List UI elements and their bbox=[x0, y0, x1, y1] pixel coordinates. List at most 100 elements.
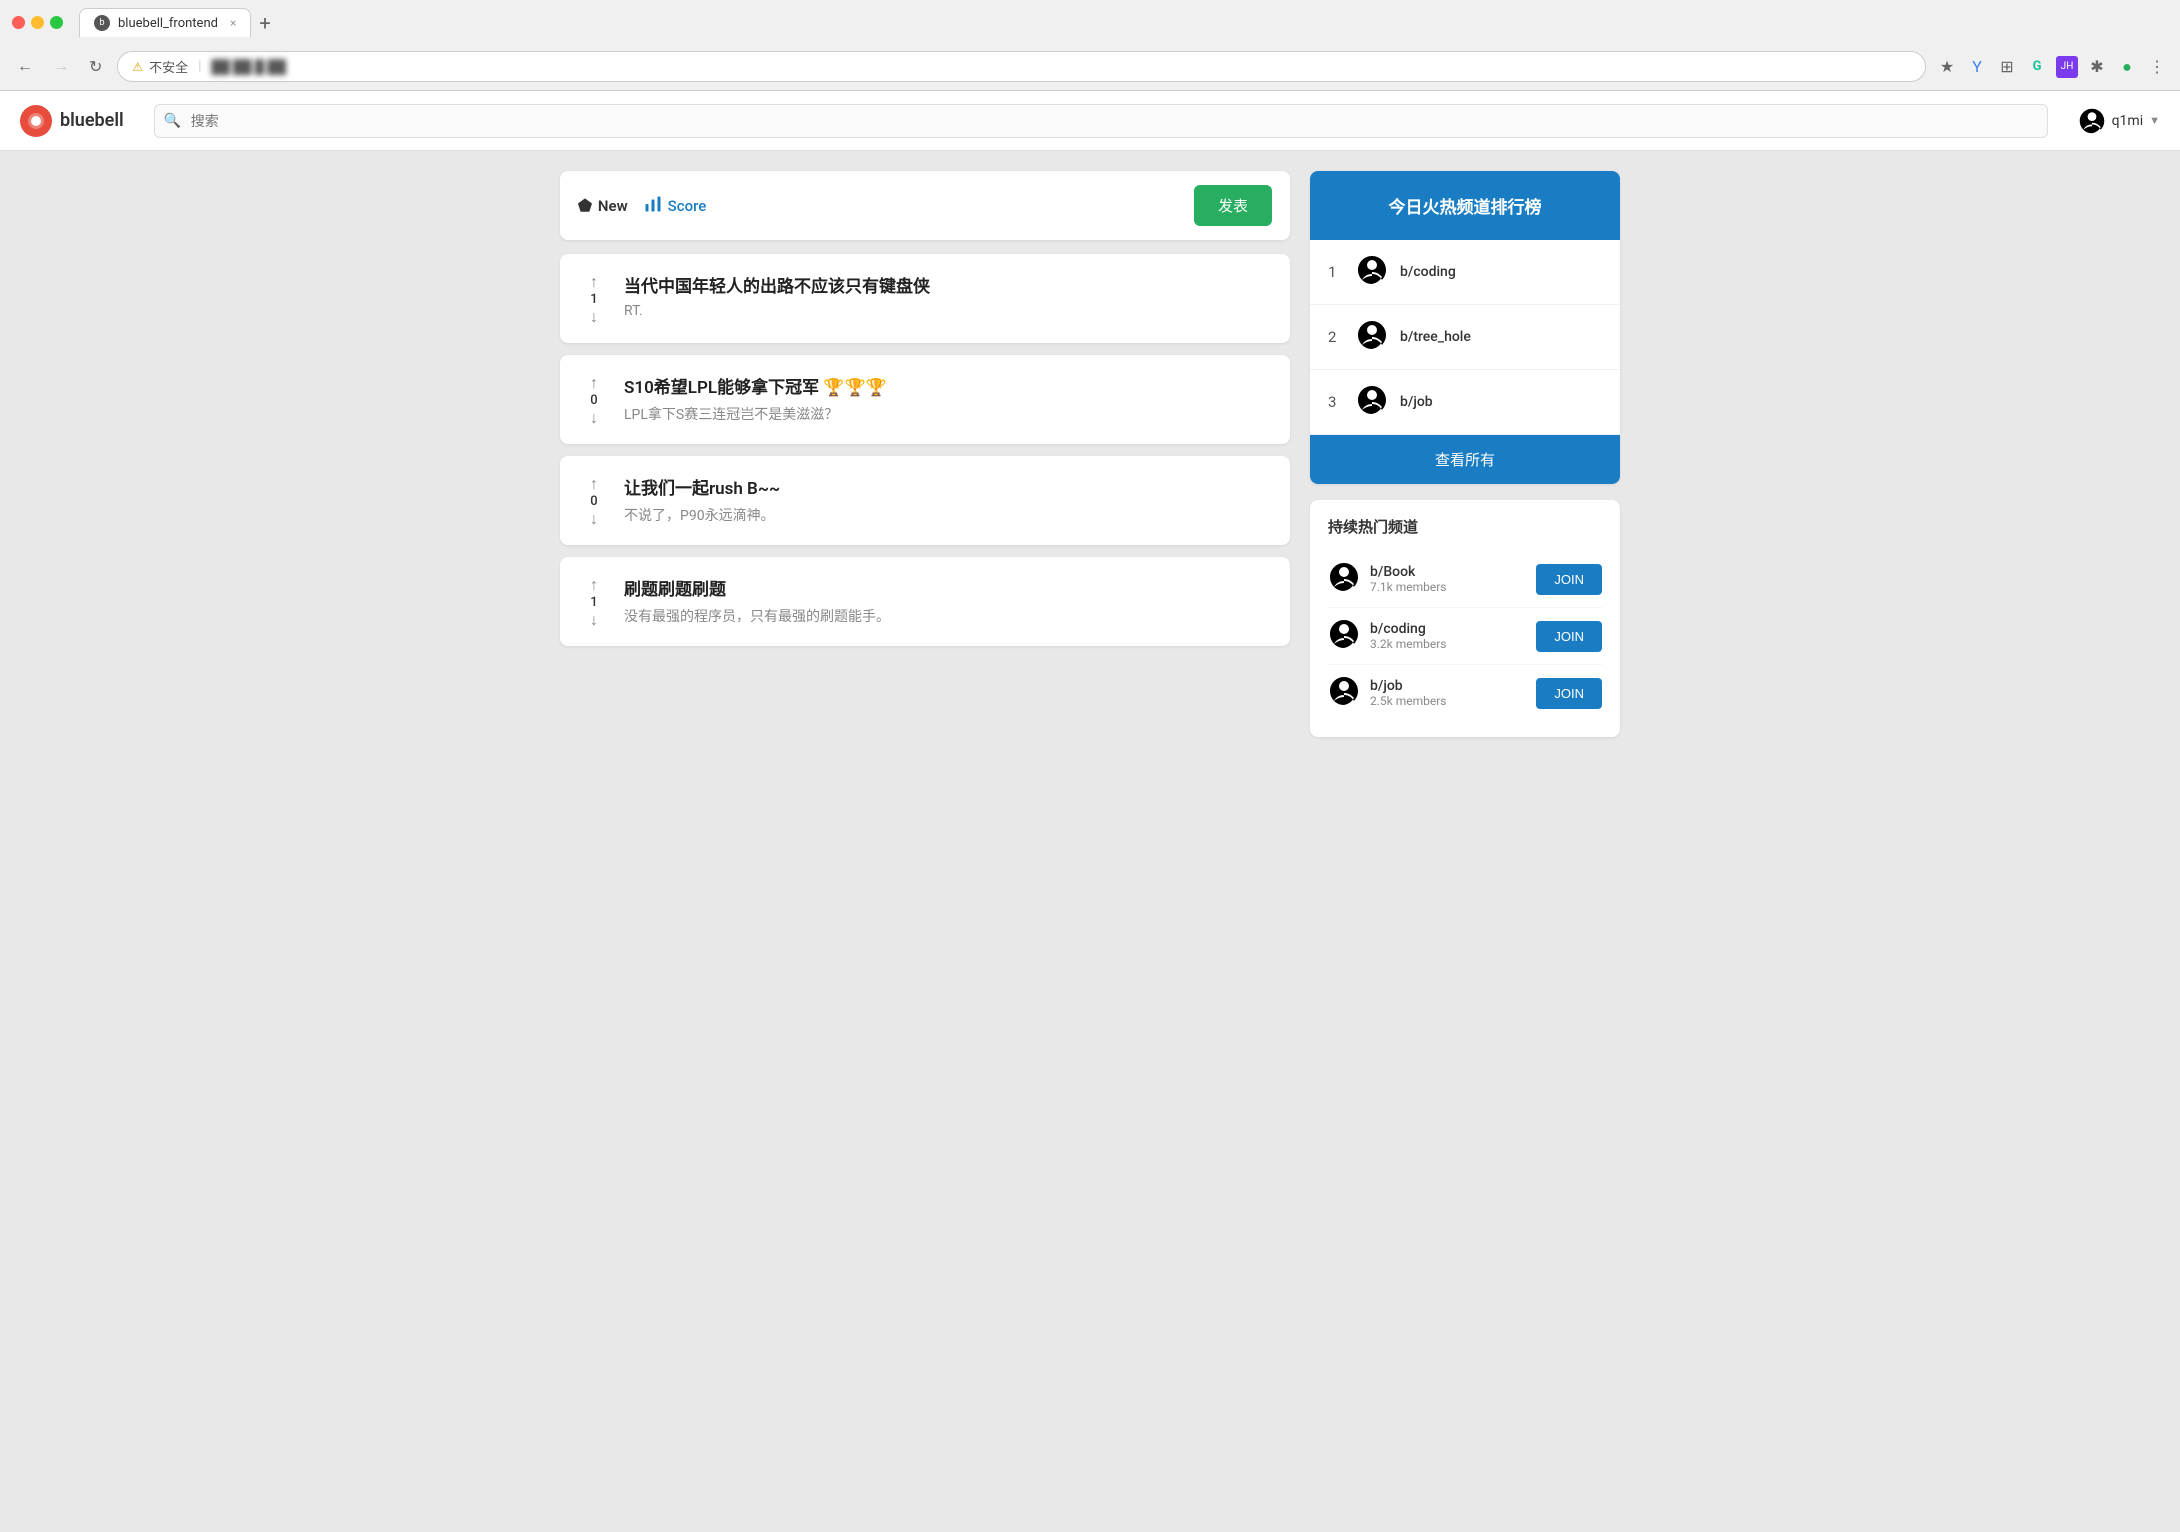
post-subtitle: LPL拿下S赛三连冠岂不是美滋滋？ bbox=[624, 404, 1270, 424]
downvote-button[interactable]: ↓ bbox=[590, 612, 598, 628]
tab-title: bluebell_frontend bbox=[118, 16, 218, 31]
browser-actions: ★ Y ⊞ G JH ✱ ● ⋮ bbox=[1936, 56, 2168, 78]
menu-icon[interactable]: ⋮ bbox=[2146, 56, 2168, 78]
user-menu[interactable]: q1mi ▼ bbox=[2078, 107, 2160, 135]
vote-count: 0 bbox=[590, 494, 597, 509]
vote-section: ↑ 0 ↓ bbox=[580, 474, 608, 527]
channel-rank: 3 bbox=[1328, 393, 1344, 411]
score-tab-icon bbox=[644, 195, 662, 217]
persistent-channel-name: b/Book bbox=[1370, 564, 1526, 580]
tab-new[interactable]: ⬟ New bbox=[578, 192, 628, 219]
new-tab-button[interactable]: + bbox=[259, 11, 270, 35]
filter-bar: ⬟ New Score 发表 bbox=[560, 171, 1290, 240]
downvote-button[interactable]: ↓ bbox=[590, 309, 598, 325]
downvote-button[interactable]: ↓ bbox=[590, 511, 598, 527]
address-bar[interactable]: ⚠ 不安全 | ██ ██.█.██ bbox=[117, 51, 1926, 82]
channel-name: b/coding bbox=[1400, 264, 1456, 280]
persistent-channel-members: 7.1k members bbox=[1370, 580, 1526, 594]
persistent-channel-info: b/Book 7.1k members bbox=[1370, 564, 1526, 594]
post-content: 让我们一起rush B~~ 不说了，P90永远滴神。 bbox=[624, 474, 1270, 525]
back-button[interactable]: ← bbox=[12, 56, 38, 78]
persistent-channel-item: b/coding 3.2k members JOIN bbox=[1328, 608, 1602, 665]
posts-list: ↑ 1 ↓ 当代中国年轻人的出路不应该只有键盘侠 RT. ↑ 0 ↓ S10希望… bbox=[560, 254, 1290, 646]
channel-name: b/job bbox=[1400, 394, 1433, 410]
upvote-button[interactable]: ↑ bbox=[590, 476, 598, 492]
hot-channel-item[interactable]: 1 b/coding bbox=[1310, 240, 1620, 305]
join-button[interactable]: JOIN bbox=[1536, 621, 1602, 652]
persistent-channels-card: 持续热门频道 b/Book 7.1k members JOIN b/coding… bbox=[1310, 500, 1620, 737]
dropdown-icon: ▼ bbox=[2149, 114, 2160, 127]
user-avatar-icon bbox=[2078, 107, 2106, 135]
join-button[interactable]: JOIN bbox=[1536, 564, 1602, 595]
persistent-channel-item: b/job 2.5k members JOIN bbox=[1328, 665, 1602, 721]
vote-count: 1 bbox=[590, 595, 597, 610]
forward-button[interactable]: → bbox=[48, 56, 74, 78]
persistent-channel-item: b/Book 7.1k members JOIN bbox=[1328, 551, 1602, 608]
persistent-channel-icon bbox=[1328, 561, 1360, 597]
post-title[interactable]: S10希望LPL能够拿下冠军 🏆🏆🏆 bbox=[624, 373, 1270, 398]
refresh-button[interactable]: ↻ bbox=[84, 55, 107, 79]
logo-icon bbox=[20, 105, 52, 137]
join-button[interactable]: JOIN bbox=[1536, 678, 1602, 709]
bookmark-icon[interactable]: ★ bbox=[1936, 56, 1958, 78]
channel-rank: 2 bbox=[1328, 328, 1344, 346]
persistent-channel-icon bbox=[1328, 618, 1360, 654]
vote-section: ↑ 1 ↓ bbox=[580, 272, 608, 325]
tab-score[interactable]: Score bbox=[644, 191, 707, 221]
maximize-button[interactable] bbox=[50, 16, 63, 29]
right-column: 今日火热频道排行榜 1 b/coding 2 b/tree_hole 3 b/j… bbox=[1310, 171, 1620, 737]
profile-icon[interactable]: ● bbox=[2116, 56, 2138, 78]
logo-text: bluebell bbox=[60, 110, 124, 131]
post-title[interactable]: 刷题刷题刷题 bbox=[624, 575, 1270, 600]
persistent-channel-info: b/job 2.5k members bbox=[1370, 678, 1526, 708]
tab-bar: b bluebell_frontend × + bbox=[79, 8, 2168, 37]
channel-icon bbox=[1356, 319, 1388, 355]
hot-channel-item[interactable]: 3 b/job bbox=[1310, 370, 1620, 435]
left-column: ⬟ New Score 发表 ↑ bbox=[560, 171, 1290, 737]
hot-channels-card: 今日火热频道排行榜 1 b/coding 2 b/tree_hole 3 b/j… bbox=[1310, 171, 1620, 484]
post-card: ↑ 1 ↓ 当代中国年轻人的出路不应该只有键盘侠 RT. bbox=[560, 254, 1290, 343]
vote-section: ↑ 1 ↓ bbox=[580, 575, 608, 628]
username-label: q1mi bbox=[2112, 113, 2144, 129]
traffic-lights bbox=[12, 16, 63, 29]
post-card: ↑ 1 ↓ 刷题刷题刷题 没有最强的程序员，只有最强的刷题能手。 bbox=[560, 557, 1290, 646]
puzzle-icon[interactable]: ✱ bbox=[2086, 56, 2108, 78]
browser-chrome: b bluebell_frontend × + ← → ↻ ⚠ 不安全 | ██… bbox=[0, 0, 2180, 91]
active-tab[interactable]: b bluebell_frontend × bbox=[79, 8, 251, 37]
view-all-button[interactable]: 查看所有 bbox=[1310, 435, 1620, 484]
tab-favicon: b bbox=[94, 15, 110, 31]
post-card: ↑ 0 ↓ 让我们一起rush B~~ 不说了，P90永远滴神。 bbox=[560, 456, 1290, 545]
grammarly-icon[interactable]: G bbox=[2026, 56, 2048, 78]
upvote-button[interactable]: ↑ bbox=[590, 375, 598, 391]
search-bar: 🔍 bbox=[154, 104, 2048, 138]
hot-channel-item[interactable]: 2 b/tree_hole bbox=[1310, 305, 1620, 370]
app-header: bluebell 🔍 q1mi ▼ bbox=[0, 91, 2180, 151]
tab-close-button[interactable]: × bbox=[230, 16, 236, 30]
browser-titlebar: b bluebell_frontend × + bbox=[0, 0, 2180, 45]
channel-rank: 1 bbox=[1328, 263, 1344, 281]
filter-tabs: ⬟ New Score bbox=[578, 191, 706, 221]
post-content: 刷题刷题刷题 没有最强的程序员，只有最强的刷题能手。 bbox=[624, 575, 1270, 626]
new-tab-icon: ⬟ bbox=[578, 196, 592, 215]
upvote-button[interactable]: ↑ bbox=[590, 274, 598, 290]
user-ext-icon[interactable]: JH bbox=[2056, 56, 2078, 78]
downvote-button[interactable]: ↓ bbox=[590, 410, 598, 426]
hot-channels-list: 1 b/coding 2 b/tree_hole 3 b/job bbox=[1310, 240, 1620, 435]
channel-name: b/tree_hole bbox=[1400, 329, 1471, 345]
grid-icon[interactable]: ⊞ bbox=[1996, 56, 2018, 78]
persistent-channel-name: b/job bbox=[1370, 678, 1526, 694]
close-button[interactable] bbox=[12, 16, 25, 29]
hot-channels-header: 今日火热频道排行榜 bbox=[1310, 171, 1620, 240]
upvote-button[interactable]: ↑ bbox=[590, 577, 598, 593]
post-subtitle: 不说了，P90永远滴神。 bbox=[624, 505, 1270, 525]
persistent-channels-title: 持续热门频道 bbox=[1328, 516, 1602, 537]
search-input[interactable] bbox=[154, 104, 2048, 138]
publish-button[interactable]: 发表 bbox=[1194, 185, 1272, 226]
persistent-channel-members: 3.2k members bbox=[1370, 637, 1526, 651]
new-tab-label: New bbox=[598, 197, 628, 215]
post-title[interactable]: 让我们一起rush B~~ bbox=[624, 474, 1270, 499]
minimize-button[interactable] bbox=[31, 16, 44, 29]
extensions-icon[interactable]: Y bbox=[1966, 56, 1988, 78]
post-title[interactable]: 当代中国年轻人的出路不应该只有键盘侠 bbox=[624, 272, 1270, 297]
app-logo[interactable]: bluebell bbox=[20, 105, 124, 137]
